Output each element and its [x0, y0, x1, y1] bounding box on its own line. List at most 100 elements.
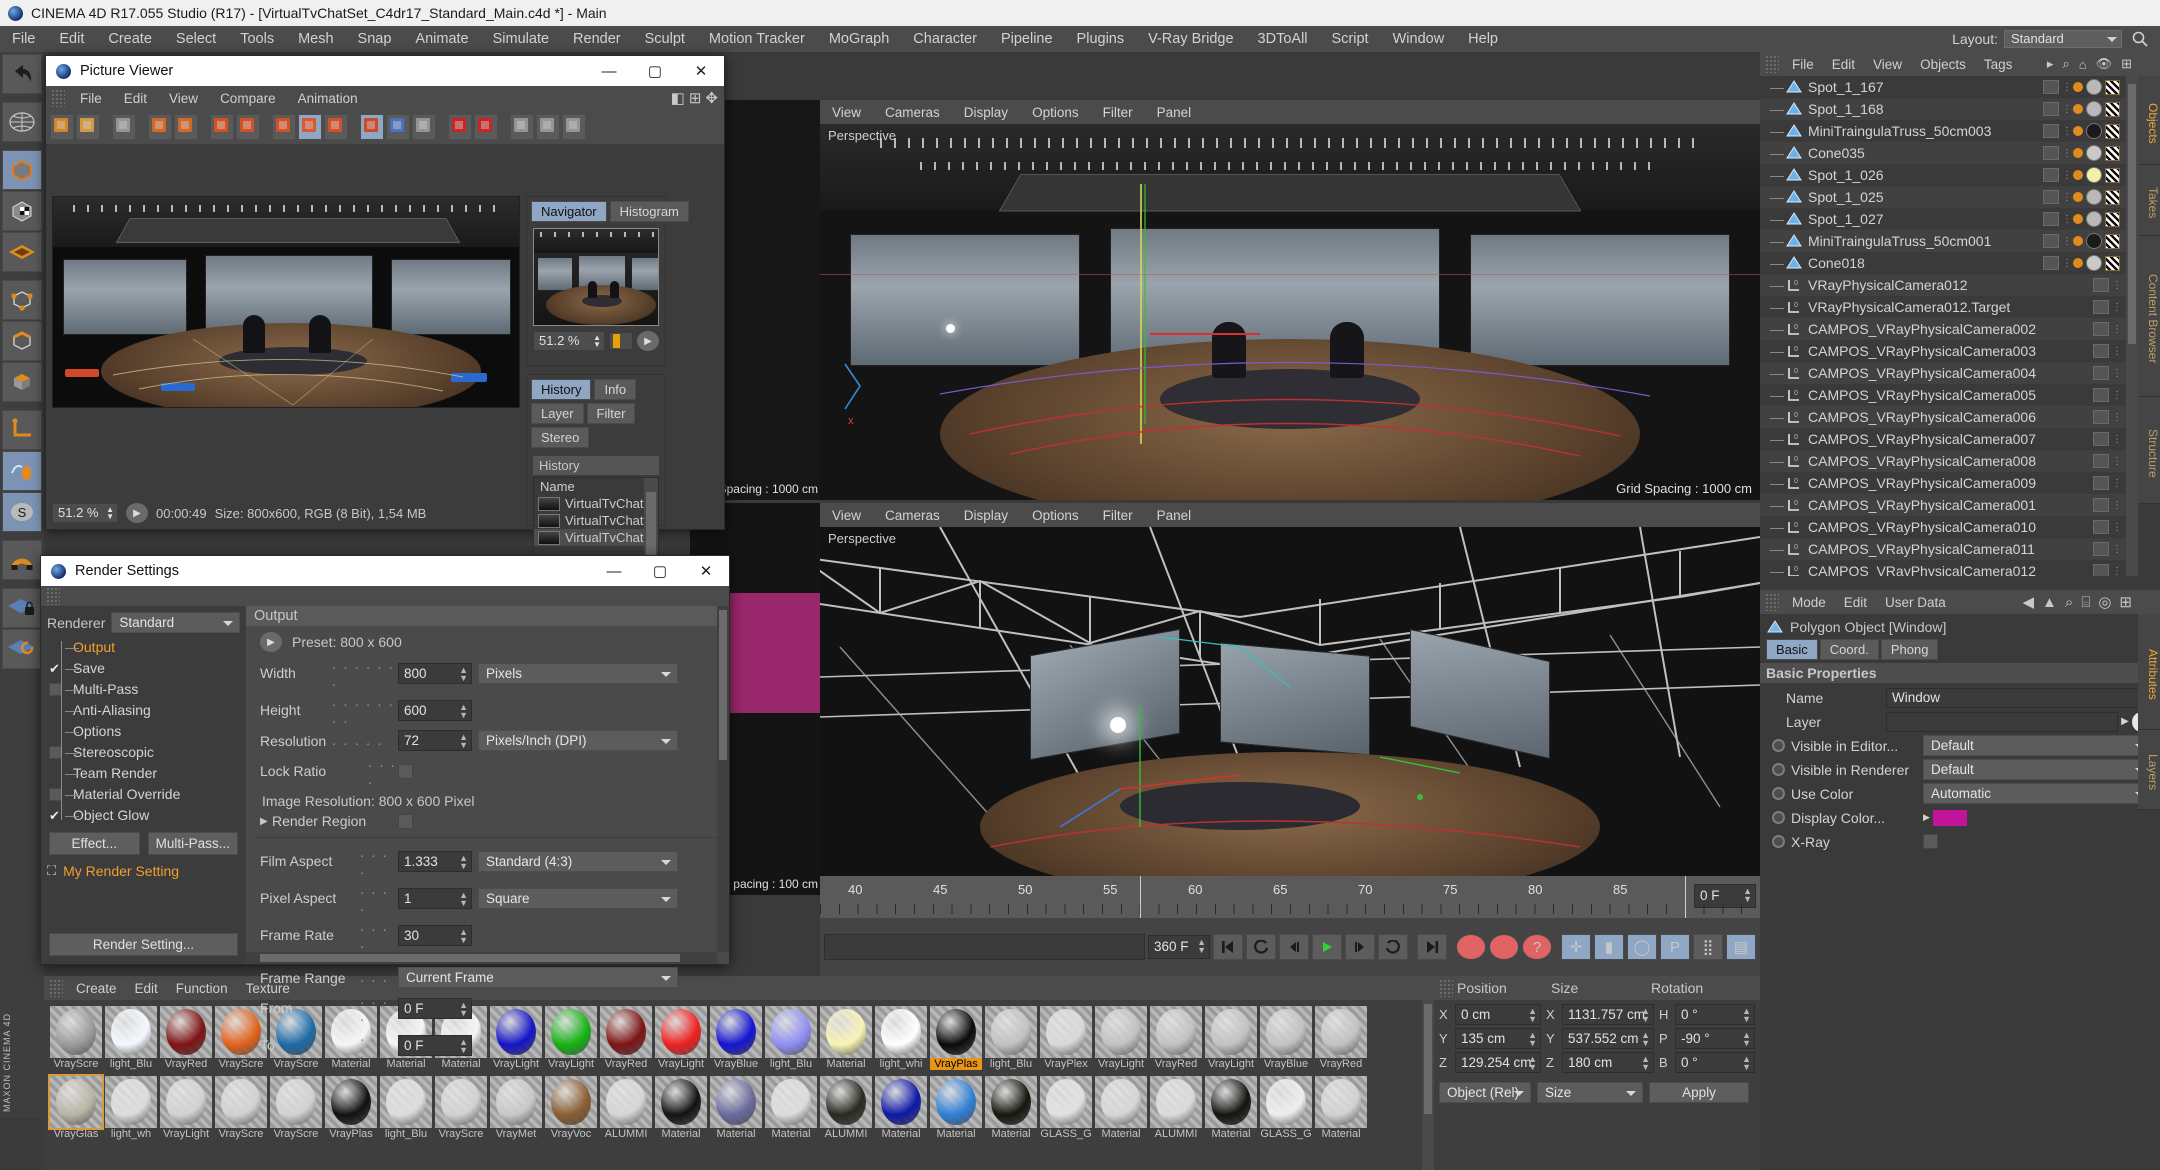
- navigator-panel[interactable]: NavigatorHistogram 51.2 % ▲▼ ▶: [526, 196, 666, 366]
- compare-ab3-icon[interactable]: [412, 114, 436, 140]
- preset-row[interactable]: ▶ Preset: 800 x 600: [260, 632, 719, 652]
- object-visibility-dot[interactable]: [2073, 82, 2083, 92]
- panel-grip-icon[interactable]: [46, 587, 60, 605]
- lock-icon[interactable]: ⌸: [2081, 594, 2090, 611]
- object-tag-slot[interactable]: [2093, 388, 2109, 402]
- menu-item-character[interactable]: Character: [901, 26, 989, 52]
- to-field[interactable]: 0 F ▲▼: [398, 1035, 472, 1056]
- add-layout-icon[interactable]: ⊞: [2121, 56, 2132, 72]
- render-settings-scrollbar[interactable]: [717, 606, 729, 952]
- resolution-unit-dropdown[interactable]: Pixels/Inch (DPI): [478, 730, 678, 751]
- resolution-field[interactable]: 72▲▼: [398, 730, 472, 751]
- spinner-icon[interactable]: ▲▼: [1743, 887, 1752, 903]
- render-tree-team-render[interactable]: —Team Render: [45, 763, 246, 784]
- spinner-icon[interactable]: ▲▼: [1742, 1007, 1751, 1023]
- render-tree-anti-aliasing[interactable]: —Anti-Aliasing: [45, 700, 246, 721]
- material-cell[interactable]: ALUMMI: [820, 1076, 872, 1140]
- send-to-top-icon[interactable]: [174, 114, 198, 140]
- object-tag-slot[interactable]: [2093, 432, 2109, 446]
- object-manager[interactable]: FileEditViewObjectsTags▸⌕⌂👁⊞ —Spot_1_167…: [1760, 52, 2160, 590]
- object-dots-icon[interactable]: ⋮: [2112, 434, 2120, 445]
- pv-menu-edit[interactable]: Edit: [113, 91, 158, 106]
- object-row[interactable]: —0CAMPOS_VRayPhysicalCamera008⋮: [1760, 450, 2138, 472]
- object-row[interactable]: —0CAMPOS_VRayPhysicalCamera011⋮: [1760, 538, 2138, 560]
- menu-item-3dtoall[interactable]: 3DToAll: [1246, 26, 1320, 52]
- rotation-key-icon[interactable]: ◯: [1627, 934, 1657, 960]
- material-preview[interactable]: [1260, 1006, 1312, 1058]
- rotation-field[interactable]: 0 °▲▼: [1675, 1052, 1755, 1073]
- menu-item-mograph[interactable]: MoGraph: [817, 26, 901, 52]
- left-toolbar[interactable]: S MAXON CINEMA 4D: [0, 52, 44, 1118]
- viewport-menu-view[interactable]: View: [820, 105, 873, 120]
- object-dots-icon[interactable]: ⋮: [2062, 214, 2070, 225]
- panel-grip-icon[interactable]: [49, 979, 63, 997]
- object-list-scrollbar[interactable]: [2126, 76, 2138, 576]
- renderer-dropdown[interactable]: Standard: [111, 612, 240, 633]
- grid-compare2-icon[interactable]: [536, 114, 560, 140]
- attr-radio-icon[interactable]: [1772, 739, 1785, 752]
- material-tag-icon[interactable]: [2086, 145, 2102, 161]
- object-dots-icon[interactable]: ⋮: [2062, 258, 2070, 269]
- material-cell[interactable]: ALUMMI: [600, 1076, 652, 1140]
- material-cell[interactable]: VrayRed: [1150, 1006, 1202, 1070]
- material-cell[interactable]: VrayRed: [1315, 1006, 1367, 1070]
- maximize-button[interactable]: ▢: [637, 556, 683, 586]
- material-cell[interactable]: VrayMet: [490, 1076, 542, 1140]
- object-tag-slot[interactable]: [2043, 80, 2059, 94]
- attr-name-row[interactable]: Name Window: [1768, 687, 2152, 708]
- from-row[interactable]: From . . . . 0 F ▲▼: [260, 991, 719, 1025]
- viewport-menu-panel[interactable]: Panel: [1145, 105, 1204, 120]
- width-field[interactable]: 800▲▼: [398, 663, 472, 684]
- object-tag-slot[interactable]: [2043, 146, 2059, 160]
- viewport-menu-cameras[interactable]: Cameras: [873, 105, 952, 120]
- spinner-icon[interactable]: ▲▼: [1641, 1055, 1650, 1071]
- object-dots-icon[interactable]: ⋮: [2112, 302, 2120, 313]
- menu-item-tools[interactable]: Tools: [228, 26, 286, 52]
- view-a-icon[interactable]: [272, 114, 296, 140]
- material-cell[interactable]: light_wh: [105, 1076, 157, 1140]
- material-tag-icon[interactable]: [2086, 79, 2102, 95]
- render-tree-stereoscopic[interactable]: —Stereoscopic: [45, 742, 246, 763]
- pv-menu-animation[interactable]: Animation: [287, 91, 369, 106]
- pv-menu-file[interactable]: File: [69, 91, 113, 106]
- object-manager-menu[interactable]: FileEditViewObjectsTags▸⌕⌂👁⊞: [1760, 52, 2160, 76]
- menu-item-render[interactable]: Render: [561, 26, 633, 52]
- model-mode-icon[interactable]: [2, 150, 42, 190]
- next-key-button[interactable]: [1378, 934, 1408, 960]
- attr-checkbox[interactable]: [1923, 834, 1938, 849]
- grid-compare3-icon[interactable]: [562, 114, 586, 140]
- render-settings-sidebar[interactable]: Renderer Standard —Output✔—Save—Multi-Pa…: [41, 606, 246, 964]
- effect-button[interactable]: Effect...: [49, 832, 140, 855]
- material-preview[interactable]: [380, 1076, 432, 1128]
- material-cell[interactable]: Material: [1205, 1076, 1257, 1140]
- render-tree-save[interactable]: ✔—Save: [45, 658, 246, 679]
- material-preview[interactable]: [1150, 1076, 1202, 1128]
- material-preview[interactable]: [655, 1076, 707, 1128]
- minimize-button[interactable]: —: [591, 556, 637, 586]
- resolution-row[interactable]: Resolution. . . . .72▲▼Pixels/Inch (DPI): [260, 730, 719, 751]
- render-setting-button[interactable]: Render Setting...: [49, 933, 238, 956]
- material-preview[interactable]: [1315, 1076, 1367, 1128]
- material-preview[interactable]: [820, 1006, 872, 1058]
- viewport-menu-view[interactable]: View: [820, 508, 873, 523]
- material-cell[interactable]: light_Blu: [105, 1006, 157, 1070]
- object-dots-icon[interactable]: ⋮: [2112, 522, 2120, 533]
- material-preview[interactable]: [930, 1076, 982, 1128]
- render-tree-object-glow[interactable]: ✔—Object Glow: [45, 805, 246, 826]
- material-tag-icon[interactable]: [2086, 255, 2102, 271]
- material-preview[interactable]: [1040, 1076, 1092, 1128]
- object-row[interactable]: —0CAMPOS_VRayPhysicalCamera006⋮: [1760, 406, 2138, 428]
- object-tag-slot[interactable]: [2093, 498, 2109, 512]
- view-b-icon[interactable]: [298, 114, 322, 140]
- object-dots-icon[interactable]: ⋮: [2112, 456, 2120, 467]
- material-menu-function[interactable]: Function: [167, 981, 237, 996]
- magnet-snap-icon[interactable]: [2, 540, 42, 580]
- coordinates-manager[interactable]: Position Size Rotation X0 cm▲▼X1131.757 …: [1434, 976, 1760, 1170]
- scale-key-icon[interactable]: ▮: [1594, 934, 1624, 960]
- material-preview[interactable]: [160, 1076, 212, 1128]
- object-side-tab-takes[interactable]: Takes: [2138, 165, 2160, 236]
- object-tag-slot[interactable]: [2093, 476, 2109, 490]
- point-level-animation-icon[interactable]: ⣿: [1693, 934, 1723, 960]
- autokey-button[interactable]: [1489, 934, 1519, 960]
- layout-dropdown[interactable]: Standard: [2004, 30, 2122, 48]
